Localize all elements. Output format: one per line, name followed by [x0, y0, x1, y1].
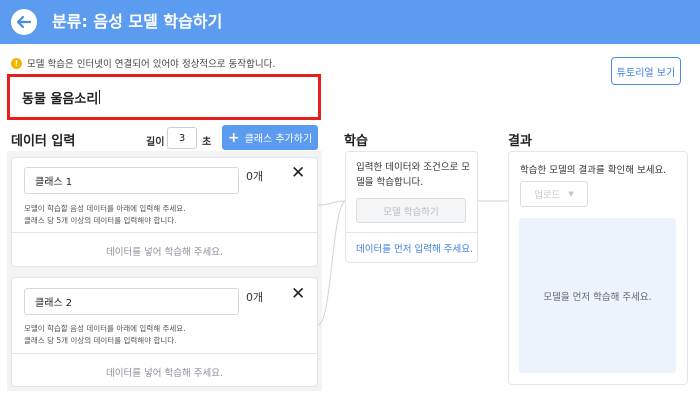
model-name-value: 동물 울음소리: [22, 91, 99, 107]
class-note: 모델이 학습할 음성 데이터를 아래에 입력해 주세요. 클래스 당 5개 이상…: [24, 323, 186, 347]
length-unit: 초: [202, 137, 212, 148]
class-count: 0개: [246, 291, 264, 304]
length-label: 길이: [146, 137, 165, 148]
plus-icon: +: [227, 129, 240, 146]
learn-description: 입력한 데이터와 조건으로 모 델을 학습합니다.: [356, 160, 470, 190]
class-note-line1: 모델이 학습할 음성 데이터를 아래에 입력해 주세요.: [24, 324, 186, 333]
length-input[interactable]: 3: [167, 127, 197, 149]
remove-class-icon[interactable]: ✕: [291, 284, 305, 304]
caret-down-icon: ▼: [568, 190, 574, 198]
train-model-button[interactable]: 모델 학습하기: [356, 198, 466, 223]
class-drop-area[interactable]: 데이터를 넣어 학습해 주세요.: [12, 244, 317, 258]
class-name-input[interactable]: 클래스 1: [24, 167, 239, 194]
divider: [12, 232, 317, 233]
notice-text: 모델 학습은 인터넷이 연결되어 있어야 정상적으로 동작합니다.: [27, 59, 276, 70]
class-note-line1: 모델이 학습할 음성 데이터를 아래에 입력해 주세요.: [24, 204, 186, 213]
class-note-line2: 클래스 당 5개 이상의 데이터를 입력해야 합니다.: [24, 216, 177, 225]
upload-label: 업로드: [534, 190, 561, 201]
text-caret: [99, 90, 101, 104]
result-description: 학습한 모델의 결과를 확인해 보세요.: [520, 165, 667, 176]
internet-notice: ! 모델 학습은 인터넷이 연결되어 있어야 정상적으로 동작합니다.: [11, 56, 275, 70]
model-name-input[interactable]: 동물 울음소리: [7, 74, 321, 120]
data-input-title: 데이터 입력: [11, 134, 76, 149]
connector-line-result: [478, 200, 510, 202]
class-name-input[interactable]: 클래스 2: [24, 288, 239, 315]
back-arrow-icon: [16, 13, 32, 32]
learn-title: 학습: [344, 134, 368, 149]
add-class-button[interactable]: + 클래스 추가하기: [222, 125, 318, 150]
warning-icon: !: [11, 57, 22, 69]
tutorial-button[interactable]: 튜토리얼 보기: [611, 57, 681, 85]
learn-desc-line2: 델을 학습합니다.: [356, 177, 424, 188]
divider: [12, 353, 317, 354]
add-class-label: 클래스 추가하기: [244, 134, 313, 145]
learn-desc-line1: 입력한 데이터와 조건으로 모: [356, 162, 470, 173]
upload-button[interactable]: 업로드 ▼: [520, 181, 588, 207]
result-placeholder-box: 모델을 먼저 학습해 주세요.: [519, 218, 676, 373]
learn-status-link: 데이터를 먼저 입력해 주세요.: [356, 244, 473, 255]
class-note: 모델이 학습할 음성 데이터를 아래에 입력해 주세요. 클래스 당 5개 이상…: [24, 203, 186, 227]
class-note-line2: 클래스 당 5개 이상의 데이터를 입력해야 합니다.: [24, 336, 177, 345]
divider: [346, 232, 477, 233]
class-count: 0개: [246, 170, 264, 183]
remove-class-icon[interactable]: ✕: [291, 163, 305, 183]
result-title: 결과: [508, 134, 532, 149]
back-button[interactable]: [11, 9, 37, 35]
class-drop-area[interactable]: 데이터를 넣어 학습해 주세요.: [12, 365, 317, 379]
page-title: 분류: 음성 모델 학습하기: [52, 12, 223, 31]
